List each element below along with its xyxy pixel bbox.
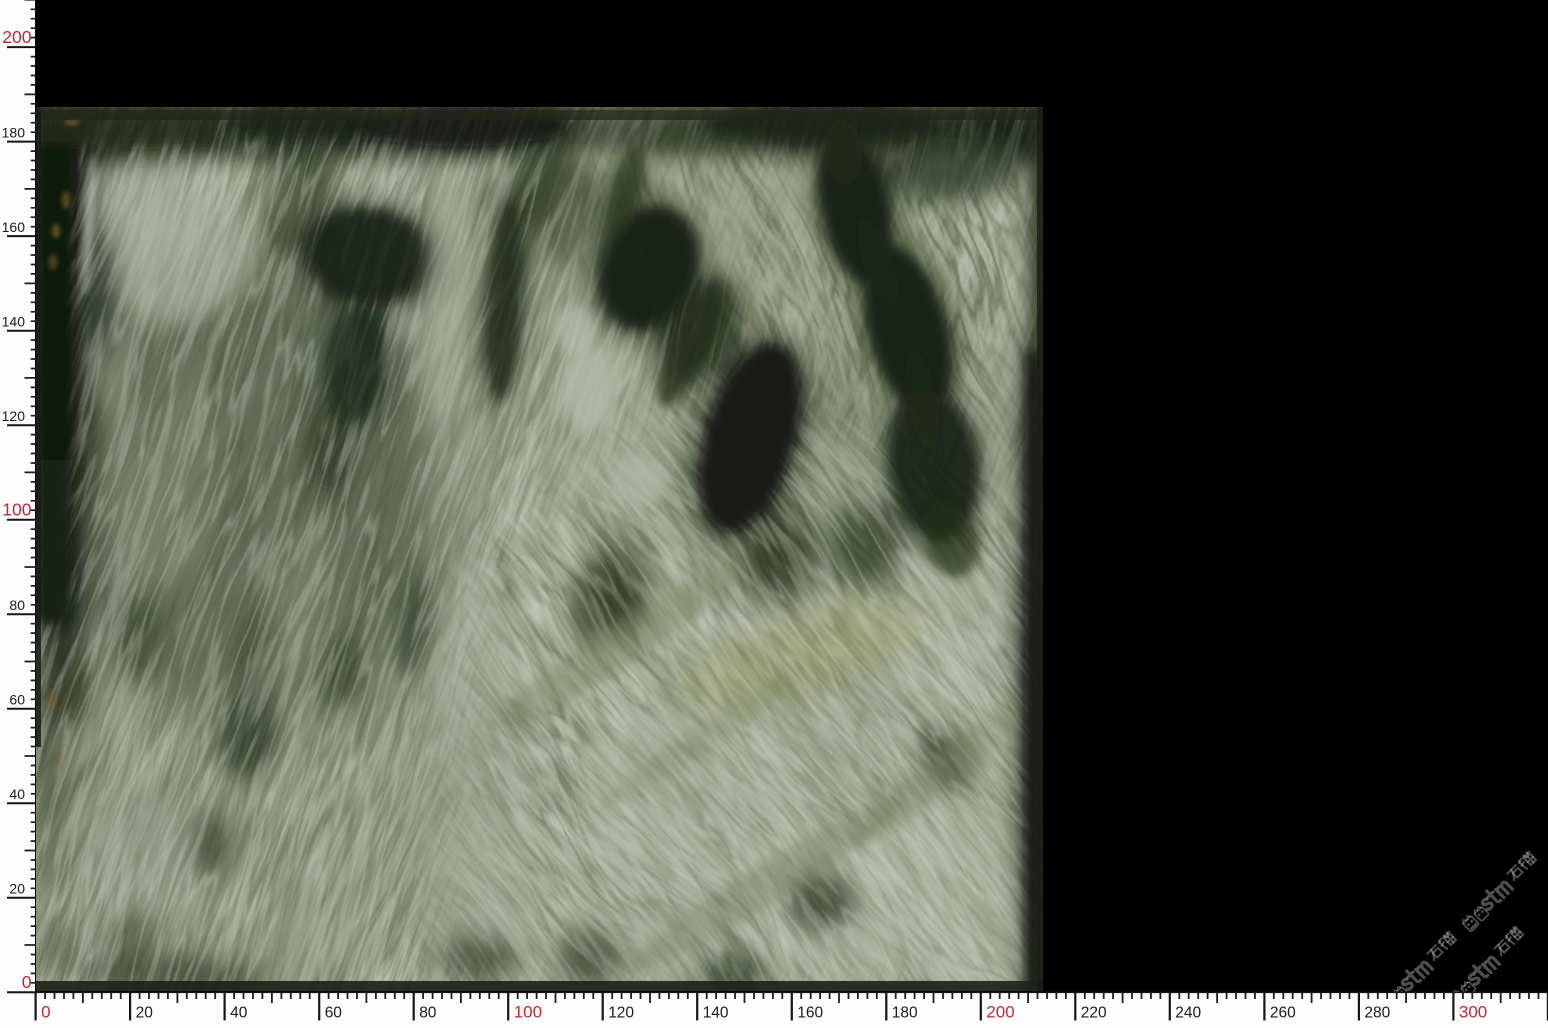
svg-text:120: 120 [608, 1005, 634, 1022]
svg-text:20: 20 [136, 1005, 154, 1022]
svg-text:300: 300 [1459, 1003, 1487, 1022]
svg-text:140: 140 [2, 314, 26, 330]
svg-text:140: 140 [703, 1005, 729, 1022]
svg-text:60: 60 [9, 692, 25, 708]
svg-text:200: 200 [986, 1003, 1014, 1022]
svg-text:40: 40 [9, 786, 25, 802]
svg-text:0: 0 [41, 1003, 50, 1022]
svg-text:240: 240 [1175, 1005, 1201, 1022]
svg-text:280: 280 [1364, 1005, 1390, 1022]
svg-text:80: 80 [419, 1005, 437, 1022]
svg-text:100: 100 [514, 1003, 542, 1022]
svg-text:40: 40 [230, 1005, 248, 1022]
svg-text:260: 260 [1270, 1005, 1296, 1022]
svg-text:100: 100 [2, 500, 31, 520]
svg-text:160: 160 [2, 219, 26, 235]
svg-text:60: 60 [325, 1005, 343, 1022]
svg-text:120: 120 [2, 408, 26, 424]
svg-text:180: 180 [2, 124, 26, 140]
svg-text:180: 180 [892, 1005, 918, 1022]
svg-text:160: 160 [797, 1005, 823, 1022]
svg-text:220: 220 [1081, 1005, 1107, 1022]
svg-text:80: 80 [9, 597, 25, 613]
svg-text:200: 200 [2, 27, 31, 47]
svg-text:20: 20 [9, 881, 25, 897]
svg-text:0: 0 [22, 972, 32, 992]
